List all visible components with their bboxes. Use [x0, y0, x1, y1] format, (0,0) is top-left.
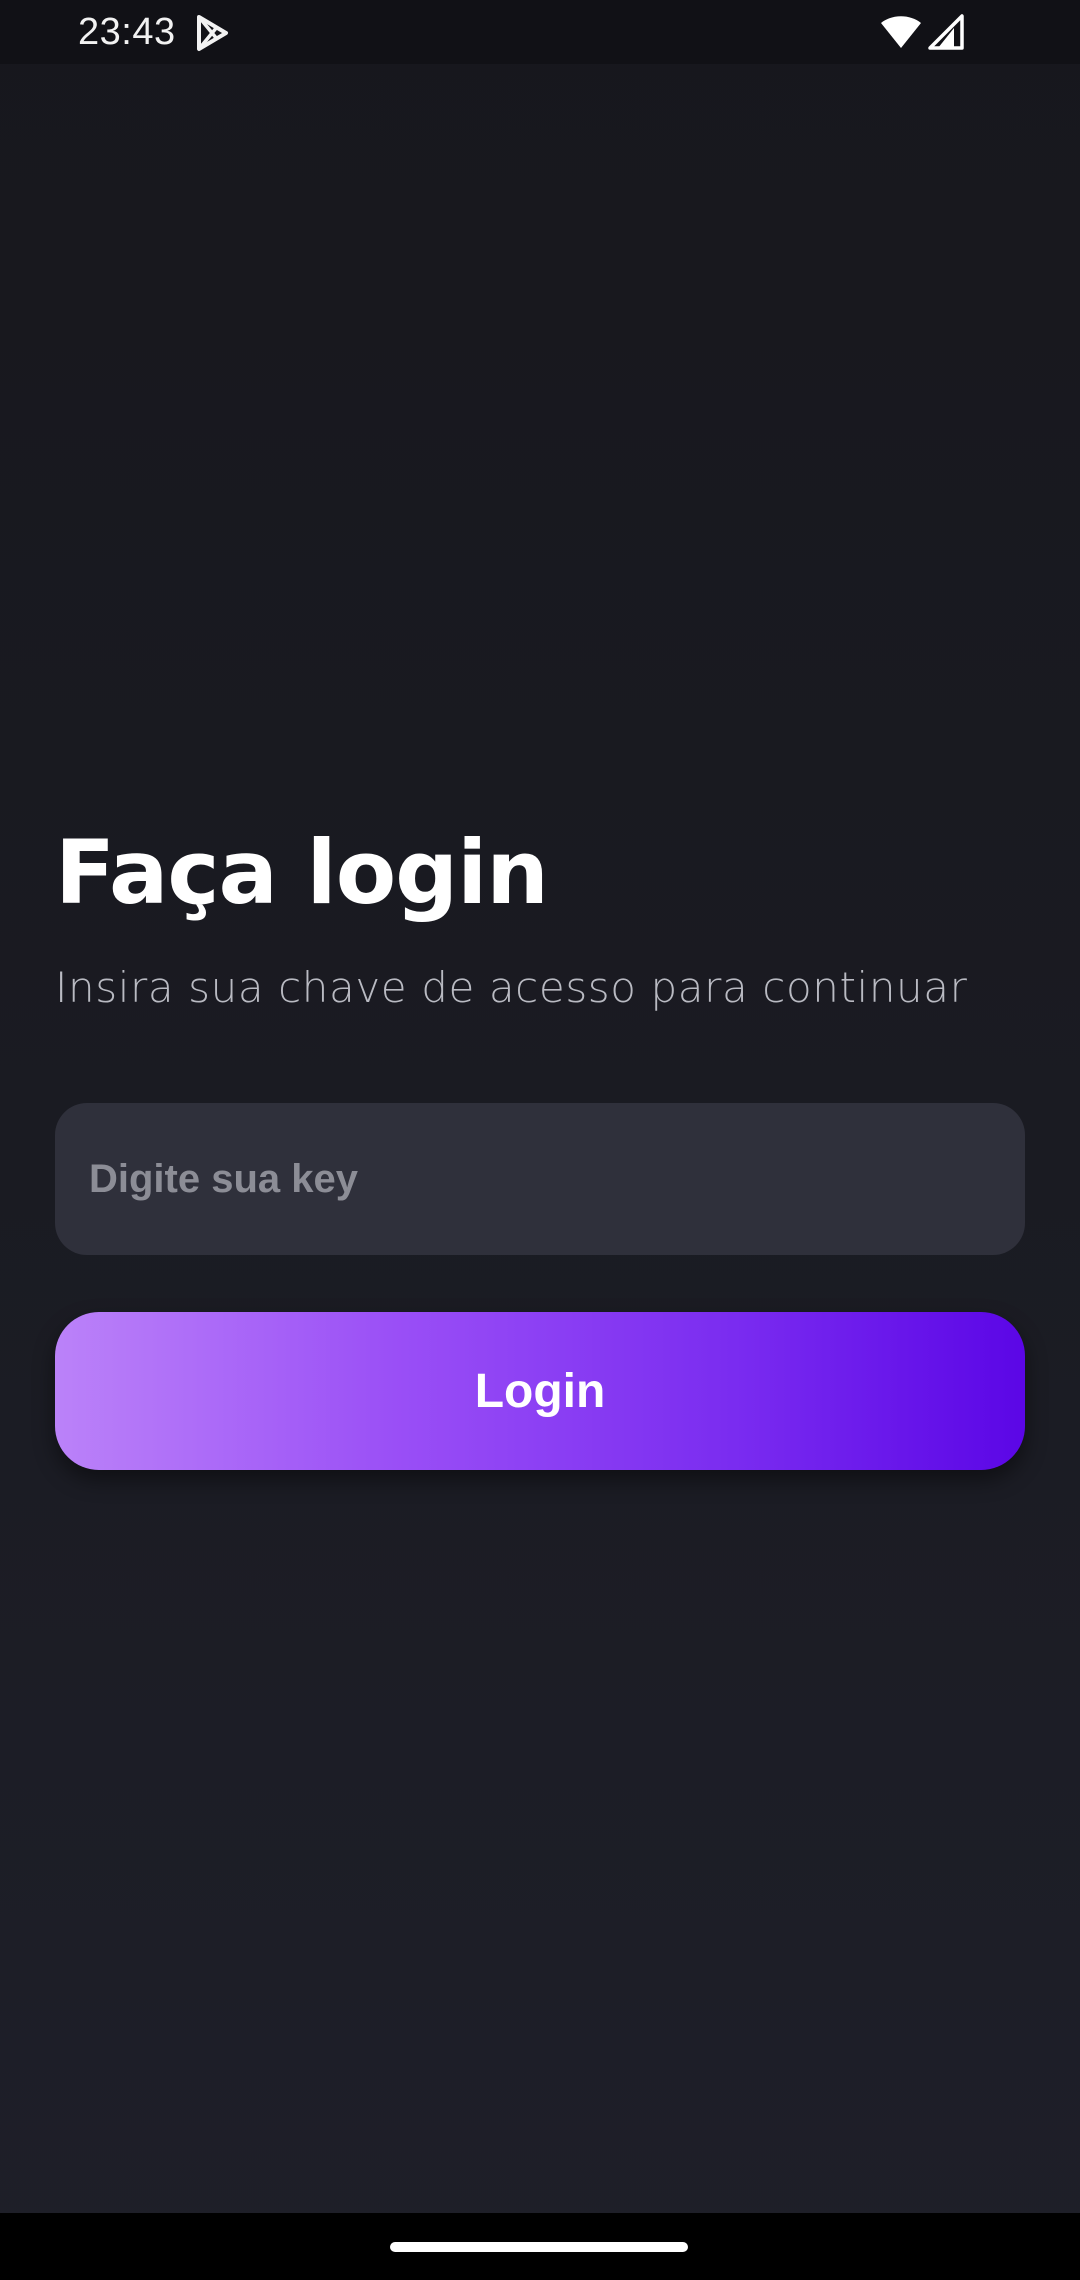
wifi-icon — [881, 16, 921, 48]
page-subtitle: Insira sua chave de acesso para continua… — [55, 963, 968, 1012]
status-time: 23:43 — [78, 11, 176, 53]
status-bar: 23:43 — [0, 0, 1080, 64]
login-button[interactable]: Login — [55, 1312, 1025, 1470]
home-indicator[interactable] — [390, 2242, 688, 2252]
page-title: Faça login — [55, 821, 549, 924]
login-screen: 23:43 Faça login Insira sua chave de ace… — [0, 0, 1080, 2280]
play-store-icon — [197, 15, 228, 51]
key-input[interactable] — [55, 1103, 1025, 1255]
signal-icon — [928, 14, 964, 50]
